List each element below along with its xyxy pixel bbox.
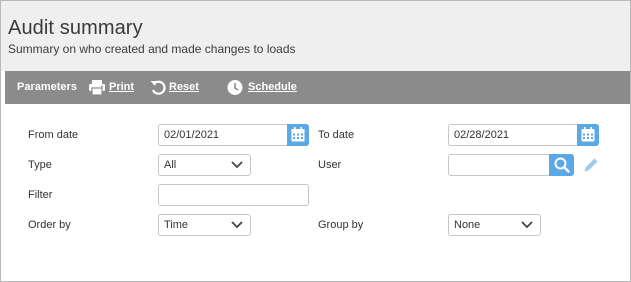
audit-summary-window: Audit summary Summary on who created and… <box>0 0 631 282</box>
print-button[interactable]: Print <box>109 81 134 93</box>
chevron-down-icon <box>231 221 243 229</box>
page-header: Audit summary Summary on who created and… <box>1 1 630 71</box>
to-date-field[interactable]: 02/28/2021 <box>448 124 599 146</box>
from-date-field[interactable]: 02/01/2021 <box>158 124 309 146</box>
user-label: User <box>318 159 342 171</box>
calendar-icon <box>581 127 595 142</box>
search-icon <box>554 157 570 173</box>
from-date-label: From date <box>28 129 79 141</box>
type-label: Type <box>28 159 52 171</box>
reset-icon[interactable] <box>149 79 167 96</box>
to-date-calendar-button[interactable] <box>577 124 599 146</box>
user-search-button[interactable] <box>549 154 574 176</box>
user-field[interactable] <box>448 154 574 176</box>
calendar-icon <box>291 127 305 142</box>
filter-label: Filter <box>28 189 53 201</box>
chevron-down-icon <box>521 221 533 229</box>
pencil-icon[interactable] <box>582 156 600 174</box>
parameters-toolbar: Parameters Print Reset Schedule <box>5 71 630 104</box>
page-title: Audit summary <box>8 17 143 39</box>
group-by-select[interactable]: None <box>448 214 541 236</box>
filter-field[interactable] <box>158 184 309 206</box>
order-by-select[interactable]: Time <box>158 214 251 236</box>
chevron-down-icon <box>231 161 243 169</box>
reset-button[interactable]: Reset <box>169 81 199 93</box>
from-date-calendar-button[interactable] <box>287 124 309 146</box>
type-select[interactable]: All <box>158 154 251 176</box>
schedule-button[interactable]: Schedule <box>248 81 297 93</box>
printer-icon[interactable] <box>88 79 106 96</box>
parameters-form: From date 02/01/2021 To date 02/28/2021 <box>5 104 630 281</box>
parameters-label: Parameters <box>17 81 77 93</box>
clock-icon[interactable] <box>226 79 244 96</box>
to-date-label: To date <box>318 129 355 141</box>
page-subtitle: Summary on who created and made changes … <box>8 42 296 56</box>
order-by-label: Order by <box>28 219 71 231</box>
group-by-label: Group by <box>318 219 364 231</box>
